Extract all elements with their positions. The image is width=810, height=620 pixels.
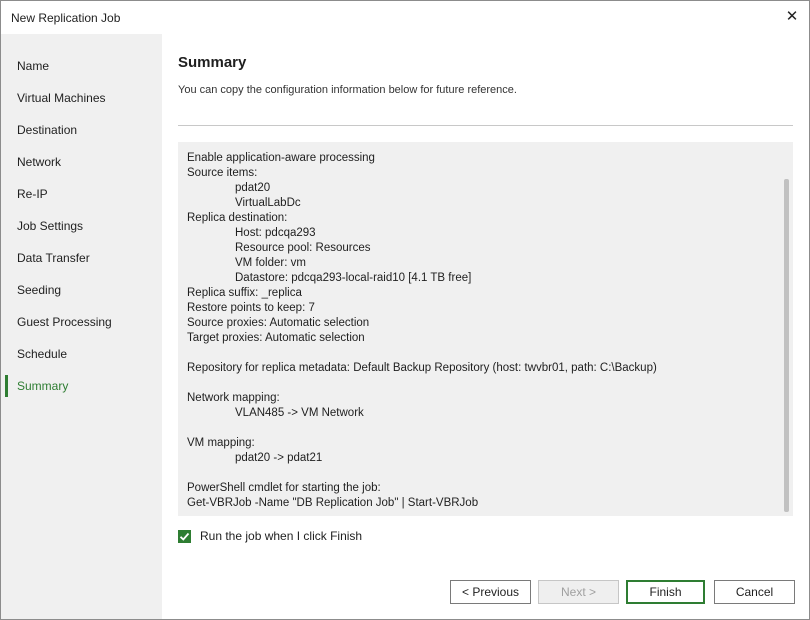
next-button[interactable]: Next > [538,580,619,604]
step-guest-processing[interactable]: Guest Processing [1,311,162,333]
step-job-settings[interactable]: Job Settings [1,215,162,237]
summary-line: VM mapping: [187,437,255,449]
summary-line: Replica destination: [187,212,288,224]
title-bar: New Replication Job ✕ [1,1,809,34]
summary-line: Repository for replica metadata: Default… [187,362,657,374]
summary-line: VM folder: vm [235,257,306,269]
summary-line: Resource pool: Resources [235,242,371,254]
run-job-checkbox-label: Run the job when I click Finish [200,529,363,543]
step-virtual-machines[interactable]: Virtual Machines [1,87,162,109]
page-title: Summary [178,54,247,71]
step-seeding[interactable]: Seeding [1,279,162,301]
summary-line: pdat20 -> pdat21 [235,452,323,464]
cancel-button[interactable]: Cancel [714,580,795,604]
wizard-steps-sidebar: Name Virtual Machines Destination Networ… [1,34,162,619]
summary-line: Source items: [187,167,258,179]
summary-line: Network mapping: [187,392,280,404]
summary-line: VirtualLabDc [235,197,301,209]
summary-line: VLAN485 -> VM Network [235,407,364,419]
summary-line [187,421,767,436]
summary-line: Target proxies: Automatic selection [187,332,365,344]
step-name[interactable]: Name [1,55,162,77]
summary-line [187,466,767,481]
summary-line: Replica suffix: _replica [187,287,302,299]
summary-line: Host: pdcqa293 [235,227,316,239]
window-title: New Replication Job [11,11,121,25]
run-job-checkbox-row[interactable]: Run the job when I click Finish [178,528,362,544]
run-job-checkbox[interactable] [178,529,191,543]
summary-scrollbar[interactable] [784,179,789,512]
checkmark-icon [179,532,190,541]
summary-line: Datastore: pdcqa293-local-raid10 [4.1 TB… [235,272,472,284]
summary-line: Restore points to keep: 7 [187,302,315,314]
step-re-ip[interactable]: Re-IP [1,183,162,205]
step-network[interactable]: Network [1,151,162,173]
new-replication-job-window: New Replication Job ✕ Name Virtual Machi… [0,0,810,620]
step-data-transfer[interactable]: Data Transfer [1,247,162,269]
step-schedule[interactable]: Schedule [1,343,162,365]
page-description: You can copy the configuration informati… [178,84,517,96]
summary-line: pdat20 [235,182,271,194]
summary-text-area[interactable]: Enable application-aware processing Sour… [178,142,793,516]
previous-button[interactable]: < Previous [450,580,531,604]
summary-line [187,346,767,361]
header-divider [178,125,793,126]
summary-lines: Enable application-aware processing Sour… [187,151,767,511]
finish-button[interactable]: Finish [626,580,705,604]
summary-line [187,376,767,391]
step-summary[interactable]: Summary [1,375,162,397]
summary-line: Get-VBRJob -Name "DB Replication Job" | … [187,497,479,509]
close-icon[interactable]: ✕ [783,7,801,25]
summary-line: Source proxies: Automatic selection [187,317,370,329]
summary-line: Enable application-aware processing [187,152,375,164]
summary-line: PowerShell cmdlet for starting the job: [187,482,381,494]
summary-page: Summary You can copy the configuration i… [162,34,809,619]
step-destination[interactable]: Destination [1,119,162,141]
